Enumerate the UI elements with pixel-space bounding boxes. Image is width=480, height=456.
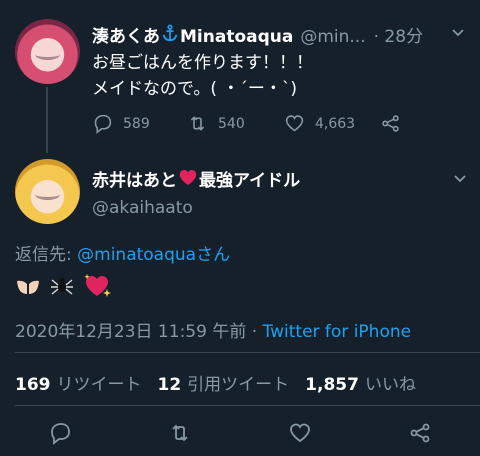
chevron-down-icon[interactable] <box>450 24 466 44</box>
palms-up-icon <box>15 272 41 298</box>
parent-tweet-line-2: メイドなので。( ・´ー・`) <box>92 79 297 99</box>
heart-icon <box>285 115 304 132</box>
quote-tweets-stat[interactable]: 12 引用ツイート <box>158 370 290 395</box>
retweet-button[interactable] <box>168 421 192 449</box>
reply-tweet-header: 赤井はあと 最強アイドル <box>92 166 300 191</box>
stats-row: 169 リツイート 12 引用ツイート 1,857 いいね <box>15 370 416 395</box>
anchor-icon <box>161 24 179 42</box>
retweet-icon <box>172 424 188 442</box>
emoji-row <box>15 272 113 300</box>
thread-connector-line <box>46 87 48 153</box>
divider <box>15 405 480 406</box>
parent-tweet-header: 湊あくあ Minatoaqua @min... · 28分 <box>92 22 432 47</box>
like-button[interactable]: 4,663 <box>284 113 355 134</box>
retweet-icon <box>190 116 205 131</box>
handle[interactable]: @min... <box>300 27 365 47</box>
reply-icon <box>94 114 112 134</box>
spider-icon <box>49 272 75 298</box>
divider <box>15 352 480 353</box>
retweet-count: 540 <box>218 115 245 132</box>
share-icon <box>410 423 430 443</box>
timestamp-line: 2020年12月23日 11:59 午前 · Twitter for iPhon… <box>15 317 411 342</box>
avatar[interactable] <box>15 19 80 84</box>
reply-icon <box>51 423 70 445</box>
parent-tweet-line-1: お昼ごはんを作ります！！！ <box>92 53 313 73</box>
share-button[interactable] <box>408 421 432 449</box>
red-heart-icon <box>179 169 197 186</box>
reply-button[interactable]: 589 <box>92 113 150 134</box>
avatar[interactable] <box>15 159 80 224</box>
likes-stat[interactable]: 1,857 いいね <box>305 370 416 395</box>
like-count: 4,663 <box>315 115 356 132</box>
display-name-suffix[interactable]: 最強アイドル <box>199 166 300 191</box>
reply-to-line: 返信先: @minatoaquaさん <box>15 240 230 265</box>
share-icon <box>382 115 399 132</box>
like-button[interactable] <box>288 421 312 449</box>
retweet-button[interactable]: 540 <box>187 113 245 134</box>
reply-count: 589 <box>123 115 150 132</box>
reply-to-handle-link[interactable]: @minatoaquaさん <box>77 245 230 265</box>
sparkling-heart-icon <box>83 272 113 300</box>
display-name[interactable]: 赤井はあと <box>92 166 177 191</box>
heart-icon <box>290 423 310 443</box>
reply-to-label: 返信先: <box>15 245 72 265</box>
retweets-stat[interactable]: 169 リツイート <box>15 370 142 395</box>
handle[interactable]: @akaihaato <box>92 198 193 218</box>
reply-button[interactable] <box>48 421 72 449</box>
client-link[interactable]: Twitter for iPhone <box>263 322 412 342</box>
chevron-down-icon[interactable] <box>452 170 468 190</box>
display-name-suffix[interactable]: Minatoaqua <box>180 27 293 47</box>
display-name[interactable]: 湊あくあ <box>92 22 160 47</box>
timestamp[interactable]: 2020年12月23日 11:59 午前 · <box>15 322 263 342</box>
share-button[interactable] <box>380 113 411 134</box>
timestamp[interactable]: · 28分 <box>374 22 423 47</box>
